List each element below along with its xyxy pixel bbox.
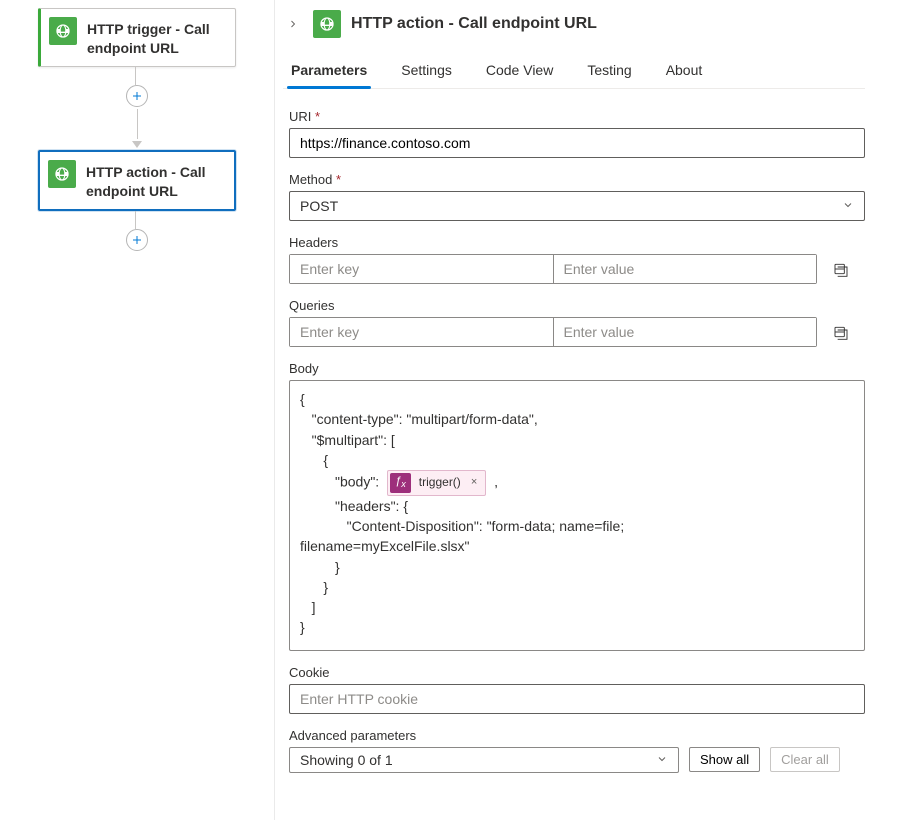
http-icon xyxy=(313,10,341,38)
cookie-input[interactable] xyxy=(289,684,865,714)
fx-token-trigger[interactable]: ƒxtrigger()× xyxy=(387,470,486,495)
headers-label: Headers xyxy=(289,235,865,250)
chevron-down-icon xyxy=(842,198,854,214)
tab-about[interactable]: About xyxy=(664,56,705,88)
queries-value-input[interactable] xyxy=(554,318,817,346)
canvas-action-node[interactable]: HTTP action - Call endpoint URL xyxy=(38,150,236,211)
canvas-trigger-label: HTTP trigger - Call endpoint URL xyxy=(87,17,227,58)
add-step-button-top[interactable] xyxy=(126,85,148,107)
canvas-action-label: HTTP action - Call endpoint URL xyxy=(86,160,226,201)
details-panel: HTTP action - Call endpoint URL Paramete… xyxy=(275,0,900,820)
fx-icon: ƒx xyxy=(390,473,411,492)
advanced-params-value: Showing 0 of 1 xyxy=(300,752,393,768)
connector-line xyxy=(137,109,138,139)
panel-tabs: Parameters Settings Code View Testing Ab… xyxy=(283,56,865,89)
body-editor[interactable]: { "content-type": "multipart/form-data",… xyxy=(289,380,865,651)
method-value: POST xyxy=(300,198,338,214)
tab-parameters[interactable]: Parameters xyxy=(289,56,369,88)
uri-input[interactable] xyxy=(289,128,865,158)
canvas-trigger-node[interactable]: HTTP trigger - Call endpoint URL xyxy=(38,8,236,67)
http-icon xyxy=(49,17,77,45)
advanced-params-select[interactable]: Showing 0 of 1 xyxy=(289,747,679,773)
headers-key-input[interactable] xyxy=(290,255,554,283)
tab-settings[interactable]: Settings xyxy=(399,56,454,88)
tab-testing[interactable]: Testing xyxy=(585,56,633,88)
advanced-label: Advanced parameters xyxy=(289,728,865,743)
add-step-button-bottom[interactable] xyxy=(126,229,148,251)
connector-line xyxy=(135,211,139,229)
collapse-panel-button[interactable] xyxy=(283,14,303,34)
connector-line xyxy=(135,67,139,85)
method-label: Method xyxy=(289,172,865,187)
tab-code-view[interactable]: Code View xyxy=(484,56,555,88)
queries-label: Queries xyxy=(289,298,865,313)
clear-all-button: Clear all xyxy=(770,747,840,772)
uri-label: URI xyxy=(289,109,865,124)
show-all-button[interactable]: Show all xyxy=(689,747,760,772)
designer-canvas: HTTP trigger - Call endpoint URL HTTP ac… xyxy=(0,0,275,820)
panel-title: HTTP action - Call endpoint URL xyxy=(351,15,597,33)
chevron-down-icon xyxy=(656,752,668,768)
queries-key-input[interactable] xyxy=(290,318,554,346)
fx-remove-icon[interactable]: × xyxy=(469,475,479,491)
method-select[interactable]: POST xyxy=(289,191,865,221)
queries-switch-mode-icon[interactable] xyxy=(831,322,851,342)
body-label: Body xyxy=(289,361,865,376)
headers-switch-mode-icon[interactable] xyxy=(831,259,851,279)
fx-label: trigger() xyxy=(415,474,465,491)
headers-value-input[interactable] xyxy=(554,255,817,283)
cookie-label: Cookie xyxy=(289,665,865,680)
queries-kv xyxy=(289,317,817,347)
headers-kv xyxy=(289,254,817,284)
connector-arrow xyxy=(132,141,142,148)
http-icon xyxy=(48,160,76,188)
